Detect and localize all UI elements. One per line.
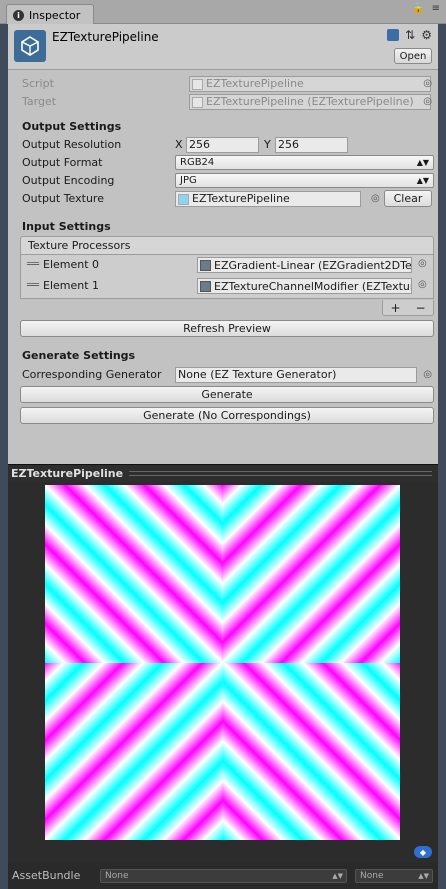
format-value: RGB24 [180, 157, 215, 168]
target-field: EZTexturePipeline (EZTexturePipeline) [189, 93, 431, 110]
right-border [438, 24, 446, 889]
tab-inspector[interactable]: i Inspector [6, 4, 94, 25]
resolution-x-input[interactable]: 256 [186, 136, 259, 153]
target-value: EZTexturePipeline (EZTexturePipeline) [206, 95, 414, 108]
script-value: EZTexturePipeline [206, 77, 304, 90]
texture-preview-image [45, 485, 400, 840]
target-picker-icon: ◎ [423, 96, 432, 107]
generate-no-correspondings-button[interactable]: Generate (No Correspondings) [20, 407, 434, 424]
asset-label-icon[interactable]: ◆ [414, 846, 432, 858]
generator-picker-icon[interactable]: ◎ [423, 369, 432, 380]
texture-quadrant [45, 485, 223, 663]
encoding-arrow-icon: ▲▼ [416, 176, 429, 185]
script-picker-icon: ◎ [423, 78, 432, 89]
assetbundle-variant-value: None [360, 870, 384, 881]
preview-title: EZTexturePipeline [11, 467, 124, 480]
tab-bar: i Inspector 🔒 ≡ [0, 0, 446, 25]
format-label: Output Format [22, 156, 103, 169]
lock-icon[interactable]: 🔒 [412, 3, 424, 14]
format-arrow-icon: ▲▼ [416, 158, 429, 167]
texture-quadrant [45, 662, 223, 840]
input-settings-heading: Input Settings [22, 220, 111, 233]
element-1-value: EZTextureChannelModifier (EZTextureChann… [214, 279, 411, 293]
output-settings-heading: Output Settings [22, 120, 122, 133]
gear-icon[interactable]: ⚙ [421, 28, 432, 42]
encoding-dropdown[interactable]: JPG ▲▼ [175, 173, 434, 188]
help-book-icon[interactable] [387, 29, 400, 41]
texture-row: Output Texture EZTexturePipeline ◎ Clear [22, 190, 432, 207]
element-0-field[interactable]: EZGradient-Linear (EZGradient2DTexture) [197, 257, 412, 273]
script-file-icon [192, 78, 203, 90]
window-buttons: 🔒 ≡ [412, 3, 440, 14]
header-icons: ⇅ ⚙ [387, 28, 432, 42]
element-1-label: Element 1 [43, 279, 100, 292]
generator-field[interactable]: None (EZ Texture Generator) [175, 366, 417, 383]
generator-label: Corresponding Generator [22, 368, 162, 381]
texture-processors-list: ══ Element 0 EZGradient-Linear (EZGradie… [20, 255, 434, 299]
element-0-label: Element 0 [43, 258, 100, 271]
object-title: EZTexturePipeline [52, 30, 159, 44]
target-row: Target EZTexturePipeline (EZTexturePipel… [22, 93, 432, 110]
assetbundle-name-dropdown[interactable]: None ▲▼ [100, 868, 347, 883]
list-footer: + − [382, 300, 434, 316]
preview-header[interactable]: EZTexturePipeline [8, 464, 438, 482]
resolution-row: Output Resolution X 256 Y 256 [22, 136, 432, 153]
resolution-label: Output Resolution [22, 138, 122, 151]
clear-button[interactable]: Clear [384, 190, 432, 207]
target-label: Target [22, 95, 57, 108]
texture-processors-header: Texture Processors [20, 236, 434, 255]
element-0-picker-icon[interactable]: ◎ [418, 258, 427, 269]
inspector-header: EZTexturePipeline ⇅ ⚙ Open [8, 24, 438, 70]
left-border [0, 24, 8, 889]
assetbundle-name-value: None [105, 870, 129, 881]
chevron-down-icon: ▲▼ [332, 871, 343, 880]
assetbundle-variant-dropdown[interactable]: None ▲▼ [355, 868, 433, 883]
encoding-value: JPG [180, 175, 197, 186]
tab-label: Inspector [29, 8, 81, 22]
preview-area: ◆ [8, 482, 438, 862]
remove-element-button[interactable]: − [415, 301, 425, 315]
preset-icon[interactable]: ⇅ [405, 28, 415, 42]
open-button[interactable]: Open [394, 48, 432, 64]
resolution-y-label: Y [264, 138, 271, 151]
generate-settings-heading: Generate Settings [22, 349, 136, 362]
target-file-icon [192, 96, 203, 108]
script-row: Script EZTexturePipeline ◎ [22, 75, 432, 92]
script-label: Script [22, 77, 54, 90]
refresh-preview-button[interactable]: Refresh Preview [20, 320, 434, 337]
generate-button[interactable]: Generate [20, 386, 434, 403]
add-element-button[interactable]: + [390, 301, 400, 315]
generator-row: Corresponding Generator None (EZ Texture… [22, 366, 432, 383]
texture-field[interactable]: EZTexturePipeline [175, 190, 361, 207]
assetbundle-label: AssetBundle [12, 869, 81, 882]
texture-quadrant [222, 485, 400, 663]
resolution-x-label: X [175, 138, 183, 151]
texture-quadrant [222, 662, 400, 840]
chevron-down-icon: ▲▼ [418, 871, 429, 880]
preview-grip[interactable] [129, 471, 432, 476]
drag-handle-icon[interactable]: ══ [27, 280, 39, 291]
assetbundle-bar: AssetBundle None ▲▼ None ▲▼ [8, 862, 438, 889]
element-1-field[interactable]: EZTextureChannelModifier (EZTextureChann… [197, 278, 412, 294]
texture-value: EZTexturePipeline [192, 192, 290, 205]
texture-thumb-icon [178, 193, 189, 205]
inspector-body: Script EZTexturePipeline ◎ Target EZText… [8, 70, 438, 464]
texture-picker-icon[interactable]: ◎ [371, 193, 380, 204]
menu-icon[interactable]: ≡ [432, 3, 440, 14]
encoding-label: Output Encoding [22, 174, 115, 187]
format-dropdown[interactable]: RGB24 ▲▼ [175, 155, 434, 170]
script-field: EZTexturePipeline [189, 75, 431, 92]
drag-handle-icon[interactable]: ══ [27, 259, 39, 270]
unity-cube-icon [14, 30, 46, 62]
element-0-icon [200, 260, 211, 271]
element-1-icon [200, 281, 211, 292]
texture-label: Output Texture [22, 192, 104, 205]
encoding-row: Output Encoding JPG ▲▼ [22, 172, 434, 189]
resolution-y-input[interactable]: 256 [275, 136, 348, 153]
format-row: Output Format RGB24 ▲▼ [22, 154, 434, 171]
info-icon: i [13, 9, 24, 21]
element-1-picker-icon[interactable]: ◎ [418, 279, 427, 290]
element-0-value: EZGradient-Linear (EZGradient2DTexture) [214, 258, 412, 272]
